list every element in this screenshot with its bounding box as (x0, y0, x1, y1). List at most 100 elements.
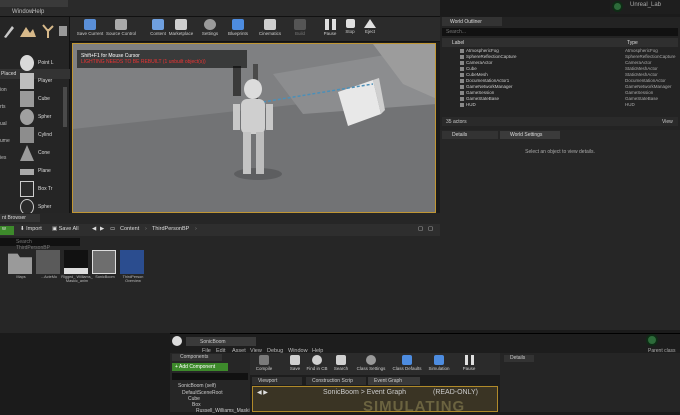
history-forward-button[interactable]: ▶ (100, 226, 104, 235)
asset-tile[interactable]: ThirdPerson Overview (120, 250, 146, 290)
app-title-corner: Unreal_Lab (610, 0, 680, 14)
lock-icon[interactable]: ▢ (418, 226, 423, 235)
menu-help[interactable]: Help (32, 9, 44, 15)
viewport-tab[interactable]: Viewport (252, 377, 302, 385)
blueprints-button[interactable]: Blueprints (224, 18, 252, 41)
add-new-button[interactable]: w (0, 226, 14, 235)
compile-button[interactable]: Compile (252, 355, 276, 375)
path-thirdpersonbp[interactable]: ThirdPersonBP (152, 226, 189, 235)
outliner-footer: 35 actors View (442, 117, 678, 126)
stop-icon (345, 19, 355, 28)
outliner-row[interactable]: HUD HUD (442, 102, 678, 108)
asset-tile[interactable]: Rigged_ Williams_ Maskic_anim (61, 250, 93, 290)
geometry-mode-icon[interactable] (58, 23, 68, 41)
marketplace-button[interactable]: Marketplace (166, 18, 196, 41)
event-graph-tab[interactable]: Event Graph (368, 377, 420, 385)
compile-icon (259, 355, 269, 365)
actor-icon (460, 55, 464, 59)
pause-icon (324, 19, 336, 30)
simulate-icon (434, 355, 444, 365)
actor-icon (460, 97, 464, 101)
marketplace-icon (175, 19, 187, 30)
world-outliner: World Outliner Search... Label Type Atmo… (440, 17, 680, 130)
add-component-button[interactable]: + Add Component (172, 363, 228, 371)
build-button[interactable]: Build (286, 18, 314, 41)
blueprint-tab[interactable]: SonicBoom (186, 337, 256, 346)
category-lights[interactable]: rts (0, 104, 6, 110)
view-options-button[interactable]: View (662, 119, 673, 125)
unreal-logo-icon (172, 336, 182, 346)
actor-icon (460, 61, 464, 65)
menu-window[interactable]: Window (12, 9, 33, 15)
settings-button[interactable]: Settings (196, 18, 224, 41)
type-column[interactable]: Type (627, 40, 638, 46)
actor-icon (460, 85, 464, 89)
class-settings-button[interactable]: Class Settings (354, 355, 388, 375)
event-graph-canvas[interactable]: ◀ ▶ SonicBoom > Event Graph (READ-ONLY) … (252, 386, 498, 415)
cinematics-button[interactable]: Cinematics (256, 18, 284, 41)
component-self[interactable]: SonicBoom (self) (178, 383, 216, 389)
paint-mode-icon[interactable] (2, 23, 18, 41)
content-browser-tab[interactable]: nt Browser (0, 214, 40, 222)
actor-icon (460, 103, 464, 107)
unreal-green-icon (646, 334, 658, 346)
modes-panel: Placed ion rts ual ume ies Point L Playe… (0, 17, 70, 222)
category-all-classes[interactable]: ies (0, 155, 6, 161)
simulation-button[interactable]: Simulation (426, 355, 452, 375)
blueprint-editor-window: SonicBoom Parent class File Edit Asset V… (170, 333, 680, 415)
component-mesh[interactable]: Russell_Williams_Maski (196, 408, 250, 414)
components-search-input[interactable] (172, 373, 248, 380)
content-browser: nt Browser w ⬇ Import ▣ Save All ◀ ▶ ▭ C… (0, 213, 440, 333)
asset-tile[interactable]: ...ActeMo (36, 250, 62, 290)
actor-icon (460, 91, 464, 95)
bp-pause-button[interactable]: Pause (456, 355, 482, 375)
eject-button[interactable]: Eject (356, 18, 384, 41)
graph-back-icon[interactable]: ◀ ▶ (257, 389, 268, 396)
binoculars-icon (336, 355, 346, 365)
content-icon (152, 19, 164, 30)
level-tab[interactable] (0, 0, 68, 7)
path-content[interactable]: Content (120, 226, 139, 235)
world-settings-tab[interactable]: World Settings (500, 131, 560, 139)
import-button[interactable]: ⬇ Import (20, 226, 42, 235)
search-button[interactable]: Search (328, 355, 354, 375)
components-tab[interactable]: Components (172, 354, 222, 361)
content-search-input[interactable]: Search ThirdPersonBP (0, 238, 80, 251)
save-current-button[interactable]: Save Current (76, 18, 104, 41)
dock-icon[interactable]: ▢ (428, 226, 433, 235)
outliner-column-header: Label Type (442, 38, 678, 47)
components-panel: Components + Add Component SonicBoom (se… (170, 353, 250, 414)
find-in-cb-button[interactable]: Find in CB (304, 355, 330, 375)
label-column[interactable]: Label (452, 40, 464, 46)
category-visual[interactable]: ual (0, 121, 7, 127)
construction-script-tab[interactable]: Construction Scrip (306, 377, 366, 385)
clapper-icon (264, 19, 276, 30)
actor-icon (460, 67, 464, 71)
bp-details-tab[interactable]: Details (504, 355, 534, 362)
category-volumes[interactable]: ume (0, 138, 10, 144)
category-basic[interactable]: ion (0, 87, 7, 93)
world-outliner-tab[interactable]: World Outliner (442, 17, 502, 26)
actor-icon (460, 73, 464, 77)
path-separator: › (195, 226, 197, 232)
history-back-button[interactable]: ◀ (92, 226, 96, 235)
source-control-button[interactable]: Source Control (106, 18, 136, 41)
outliner-search-input[interactable]: Search... (442, 28, 678, 36)
class-defaults-button[interactable]: Class Defaults (390, 355, 424, 375)
landscape-mode-icon[interactable] (20, 23, 36, 41)
asset-tile-selected[interactable]: SonicBoom (92, 250, 118, 290)
foliage-mode-icon[interactable] (40, 23, 56, 41)
folder-icon: ▭ (110, 226, 116, 232)
content-browser-toolbar: w ⬇ Import ▣ Save All ◀ ▶ ▭ Content › Th… (0, 224, 440, 236)
actor-icon (460, 49, 464, 53)
pause-icon (464, 355, 474, 365)
level-viewport[interactable]: Shift+F1 for Mouse Cursor LIGHTING NEEDS… (72, 43, 436, 213)
source-control-icon (115, 19, 127, 30)
gear-icon (366, 355, 376, 365)
details-tab[interactable]: Details (442, 131, 498, 139)
save-all-button[interactable]: ▣ Save All (52, 226, 79, 235)
modes-scrollbar[interactable] (63, 87, 67, 127)
defaults-icon (402, 355, 412, 365)
asset-tile[interactable]: Maps (8, 250, 34, 290)
eject-icon (364, 19, 376, 28)
